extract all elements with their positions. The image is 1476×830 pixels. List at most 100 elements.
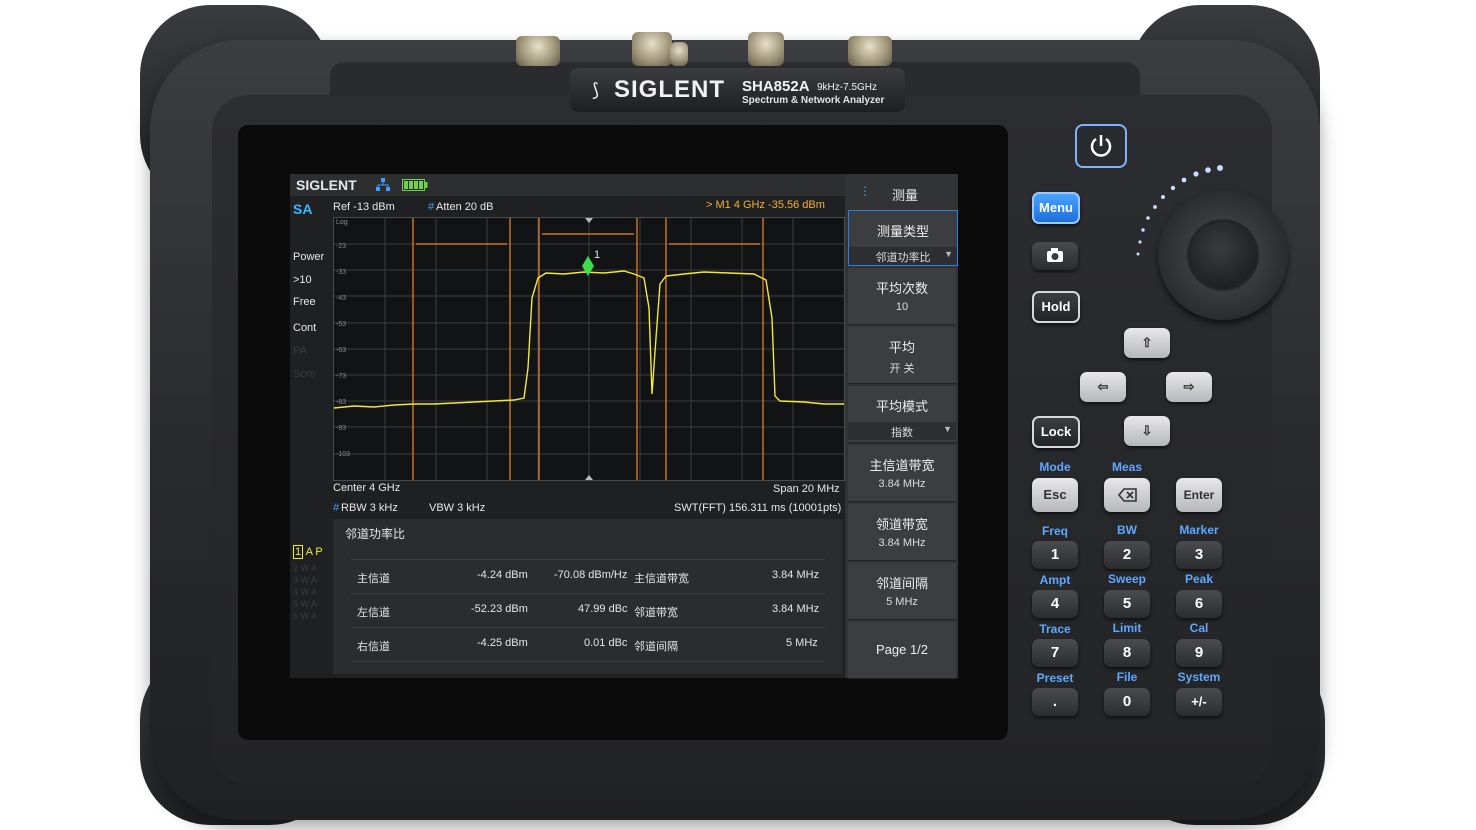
softkey-label: 领道带宽 [875,517,928,532]
key-4[interactable]: 4 [1032,590,1078,618]
up-arrow-key[interactable]: ⇧ [1124,328,1170,358]
key-3[interactable]: 3 [1176,541,1222,569]
dropdown-arrow-icon: ▼ [944,249,953,259]
y-tick: -33 [336,269,347,276]
softkey-label: 平均次数 [875,281,928,296]
spectrum-plot[interactable]: 1 Log -23 -33 -43 -53 -63 -73 -83 -93 -1… [333,217,845,481]
key-6[interactable]: 6 [1176,590,1222,618]
marker-label: Marker [1179,523,1219,537]
channel-name: 右信道 [357,641,390,653]
softkey-main-bw[interactable]: 主信道带宽 3.84 MHz [848,445,956,502]
status-bar [290,174,845,196]
softkey-meas-type[interactable]: 测量类型 邻道功率比 ▼ [848,210,958,266]
y-tick: -103 [336,451,351,458]
param-name: 邻道带宽 [634,607,678,619]
key-7[interactable]: 7 [1032,639,1078,667]
trace-status-1: 1 A P [293,545,323,559]
softkey-average[interactable]: 平均 开 关 [848,327,956,384]
span: Span 20 MHz [773,483,840,495]
key-decimal[interactable]: . [1032,688,1078,716]
power-icon [1090,135,1112,157]
trace-4-status: 4 W A [293,587,318,597]
backspace-key[interactable] [1104,478,1150,512]
right-arrow-key[interactable]: ⇨ [1166,372,1212,402]
file-label: File [1116,670,1138,684]
status-sweep: Cont [293,322,317,334]
arrow-down-icon: ⇩ [1141,423,1153,438]
freq-label: Freq [1041,524,1068,538]
channel-relative: 47.99 dBc [578,603,628,615]
channel-name: 主信道 [357,573,390,585]
key-5[interactable]: 5 [1104,590,1150,618]
backspace-icon [1117,488,1137,502]
softkey-avg-count[interactable]: 平均次数 10 [848,268,956,325]
softkey-page[interactable]: Page 1/2 [848,622,956,679]
esc-key[interactable]: Esc [1032,478,1078,512]
network-icon [376,178,390,191]
key-plus-minus[interactable]: +/- [1176,688,1222,716]
y-axis-ticks: -23 -33 -43 -53 -63 -73 -83 -93 -103 [336,234,350,468]
status-power: Power [293,251,325,263]
menu-more-icon[interactable]: ⋮ [859,184,871,198]
softkey-menu: ⋮ 测量 测量类型 邻道功率比 ▼ 平均次数 10 平均 开 关 平均模式 指数… [845,174,958,679]
attenuation: Atten 20 dB [436,201,494,213]
sma-connector-2 [748,32,784,66]
bw-label: BW [1117,523,1137,537]
arrow-up-icon: ⇧ [1141,335,1153,350]
softkey-value: 开 关 [889,363,915,375]
softkey-label: Page 1/2 [875,642,929,657]
power-button[interactable] [1075,124,1127,168]
model-name: SHA852A [742,78,810,95]
hold-key[interactable]: Hold [1032,291,1080,323]
param-value: 3.84 MHz [772,603,820,615]
y-tick: -43 [336,295,347,302]
lock-key[interactable]: Lock [1032,416,1080,448]
rbw: RBW 3 kHz [341,502,398,514]
arrow-right-icon: ⇨ [1183,379,1195,394]
trace-3-status: 3 W A [293,575,318,585]
gridlines [334,218,844,480]
meas-label: Meas [1111,460,1143,474]
y-tick: -63 [336,347,347,354]
key-1[interactable]: 1 [1032,541,1078,569]
results-table: 主信道 -4.24 dBm -70.08 dBm/Hz 主信道带宽 3.84 M… [351,559,825,663]
row-divider [351,559,825,560]
softkey-value: 10 [895,301,909,313]
y-tick: -23 [336,243,347,250]
marker-readout: > M1 4 GHz -35.56 dBm [706,199,825,211]
key-9[interactable]: 9 [1176,639,1222,667]
enter-key[interactable]: Enter [1176,478,1222,512]
menu-key[interactable]: Menu [1032,192,1080,224]
softkey-label: 平均 [888,340,915,355]
channel-power: -52.23 dBm [471,603,528,615]
softkey-value: 5 MHz [886,596,918,608]
softkey-adj-spacing[interactable]: 邻道间隔 5 MHz [848,563,956,620]
left-arrow-key[interactable]: ⇦ [1080,372,1126,402]
softkey-value: 3.84 MHz [878,537,926,549]
y-tick: -53 [336,321,347,328]
key-2[interactable]: 2 [1104,541,1150,569]
row-divider [351,593,825,594]
screenshot-key[interactable] [1032,242,1078,270]
softkey-label: 测量类型 [876,224,929,239]
dropdown-arrow-icon: ▼ [943,424,952,434]
key-0[interactable]: 0 [1104,688,1150,716]
sweep-label: Sweep [1107,572,1146,586]
y-tick: -73 [336,373,347,380]
key-8[interactable]: 8 [1104,639,1150,667]
softkey-value: 指数 [891,427,913,439]
trace-1-number: 1 [293,545,304,559]
param-name: 邻道间隔 [634,641,678,653]
rf-connector-port1 [516,36,560,66]
preset-label: Preset [1036,671,1074,685]
softkey-avg-mode[interactable]: 平均模式 指数 ▼ [848,386,956,443]
status-screen: Scre [293,368,316,380]
down-arrow-key[interactable]: ⇩ [1124,416,1170,446]
softkey-adj-bw[interactable]: 领道带宽 3.84 MHz [848,504,956,561]
channel-power: -4.24 dBm [477,569,528,581]
screen-logo: SIGLENT [296,177,357,193]
trace-2-status: 2 W A [293,563,318,573]
softkey-label: 主信道带宽 [869,458,935,473]
brand-logo: SIGLENT [614,76,726,103]
limit-label: Limit [1112,621,1142,635]
